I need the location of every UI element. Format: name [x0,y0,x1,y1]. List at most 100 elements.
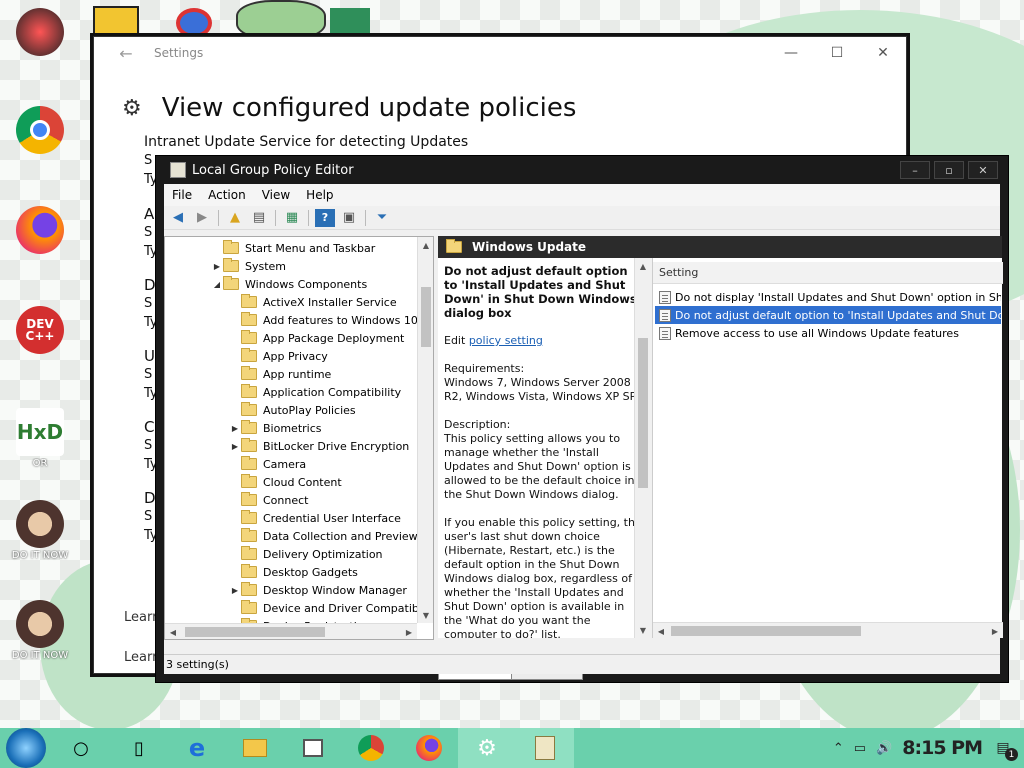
scroll-down-arrow-icon[interactable]: ▼ [635,622,651,638]
show-hide-tree-icon[interactable]: ▤ [249,209,269,227]
menu-file[interactable]: File [164,188,200,202]
close-button[interactable]: ✕ [860,37,906,69]
edge-icon[interactable]: e [168,728,226,768]
filter-icon[interactable]: ⏷ [372,209,392,227]
firefox-taskbar-icon[interactable] [400,728,458,768]
policy-tree[interactable]: Start Menu and Taskbar ▶ System ◢ Windows Co… [164,236,434,640]
tree-item[interactable]: Device and Driver Compatibil [229,599,425,617]
scroll-up-arrow-icon[interactable]: ▲ [418,237,433,253]
tree-item[interactable]: Delivery Optimization [229,545,383,563]
settings-taskbar-icon[interactable]: ⚙ [458,728,516,768]
edit-policy-setting-link[interactable]: policy setting [469,334,543,347]
expand-arrow-icon[interactable]: ▶ [229,586,241,595]
character-icon[interactable] [236,0,326,40]
tree-horizontal-scrollbar[interactable]: ◀ ▶ [165,623,417,639]
scroll-thumb[interactable] [185,627,325,637]
task-view-icon[interactable]: ▯ [110,728,168,768]
tree-item[interactable]: Desktop Gadgets [229,563,358,581]
folder-icon [223,240,239,254]
minimize-button[interactable]: – [900,161,930,179]
tree-item-label: ActiveX Installer Service [263,295,397,309]
help-icon[interactable]: ? [315,208,335,227]
tree-item[interactable]: ▶ Biometrics [229,419,322,437]
scroll-right-arrow-icon[interactable]: ▶ [987,623,1003,639]
minimize-button[interactable]: — [768,37,814,69]
policy-setting-row[interactable]: Do not display 'Install Updates and Shut… [655,288,1001,306]
scroll-thumb[interactable] [638,338,648,488]
desktop-icon-firefox[interactable] [8,206,72,254]
search-icon[interactable]: ○ [52,728,110,768]
back-arrow-icon[interactable]: ← [110,44,142,63]
tree-item[interactable]: AutoPlay Policies [229,401,356,419]
maximize-button[interactable]: ▫ [934,161,964,179]
export-list-icon[interactable]: ▦ [282,209,302,227]
pane-header-title: Windows Update [472,240,587,254]
network-icon[interactable]: ▭ [854,741,866,756]
app-icon-top-2[interactable] [176,8,212,38]
properties-icon[interactable]: ▣ [339,209,359,227]
tree-item[interactable]: App runtime [229,365,331,383]
tree-item[interactable]: ◢ Windows Components [211,275,367,293]
tree-item[interactable]: Camera [229,455,306,473]
tree-item[interactable]: ▶ BitLocker Drive Encryption [229,437,409,455]
scroll-down-arrow-icon[interactable]: ▼ [418,607,433,623]
expand-arrow-icon[interactable]: ▶ [229,442,241,451]
tree-item[interactable]: Data Collection and Preview B [229,527,429,545]
policy-description: Do not adjust default option to 'Install… [438,258,650,638]
tree-item[interactable]: Cloud Content [229,473,342,491]
tree-item[interactable]: ▶ System [211,257,286,275]
desktop-icon-devcpp[interactable]: DEV C++ [8,306,72,354]
show-hidden-icons-icon[interactable]: ⌃ [833,741,844,756]
tree-item[interactable]: Add features to Windows 10 [229,311,418,329]
desktop-icon-portrait-2[interactable]: DO IT NOW [8,600,72,661]
publisher-icon[interactable] [330,8,370,38]
chrome-taskbar-icon[interactable] [342,728,400,768]
app-icon-top-1[interactable] [93,6,139,40]
scroll-thumb[interactable] [421,287,431,347]
expand-arrow-icon[interactable]: ▶ [211,262,223,271]
tree-item[interactable]: Connect [229,491,308,509]
expand-arrow-icon[interactable]: ▶ [229,424,241,433]
column-header-setting[interactable]: Setting [653,262,1003,284]
notification-center-icon[interactable]: ▤ 1 [992,737,1018,761]
tree-item[interactable]: Credential User Interface [229,509,401,527]
close-button[interactable]: ✕ [968,161,998,179]
tree-vertical-scrollbar[interactable]: ▲ ▼ [417,237,433,623]
scroll-thumb[interactable] [671,626,861,636]
back-icon[interactable]: ◀ [168,209,188,227]
store-icon[interactable] [284,728,342,768]
policy-setting-row[interactable]: Do not adjust default option to 'Install… [654,305,1002,325]
scroll-left-arrow-icon[interactable]: ◀ [165,624,181,639]
policy-setting-label: Do not adjust default option to 'Install… [675,308,1001,322]
group-policy-taskbar-icon[interactable] [516,728,574,768]
tree-item[interactable]: Application Compatibility [229,383,401,401]
desktop-icon-chrome[interactable] [8,106,72,154]
desktop-icon-1[interactable] [8,8,72,56]
description-scrollbar[interactable]: ▲ ▼ [634,258,650,638]
volume-icon[interactable]: 🔊 [876,741,892,756]
tree-item[interactable]: App Package Deployment [229,329,404,347]
details-pane: Windows Update Do not adjust default opt… [438,236,1003,660]
up-folder-icon[interactable]: ▲ [225,209,245,227]
menu-action[interactable]: Action [200,188,254,202]
list-horizontal-scrollbar[interactable]: ◀ ▶ [653,622,1003,638]
desktop-icon-hxd[interactable]: HxD OR [8,408,72,469]
tree-item[interactable]: ▶ Desktop Window Manager [229,581,407,599]
clock[interactable]: 8:15 PM [902,737,983,759]
scroll-left-arrow-icon[interactable]: ◀ [653,623,669,639]
forward-icon[interactable]: ▶ [192,209,212,227]
menu-help[interactable]: Help [298,188,341,202]
scroll-right-arrow-icon[interactable]: ▶ [401,624,417,639]
tree-item[interactable]: ActiveX Installer Service [229,293,397,311]
file-explorer-icon[interactable] [226,728,284,768]
desktop-icon-portrait-1[interactable]: DO IT NOW [8,500,72,561]
tree-item[interactable]: App Privacy [229,347,328,365]
scroll-up-arrow-icon[interactable]: ▲ [635,258,651,274]
expand-arrow-icon[interactable]: ◢ [211,280,223,289]
maximize-button[interactable]: ☐ [814,37,860,69]
menu-view[interactable]: View [254,188,298,202]
tree-item[interactable]: Start Menu and Taskbar [211,239,375,257]
policy-setting-row[interactable]: Remove access to use all Windows Update … [655,324,1001,342]
toolbar: ◀ ▶ ▲ ▤ ▦ ? ▣ ⏷ [164,206,1000,230]
start-button[interactable] [6,728,46,768]
